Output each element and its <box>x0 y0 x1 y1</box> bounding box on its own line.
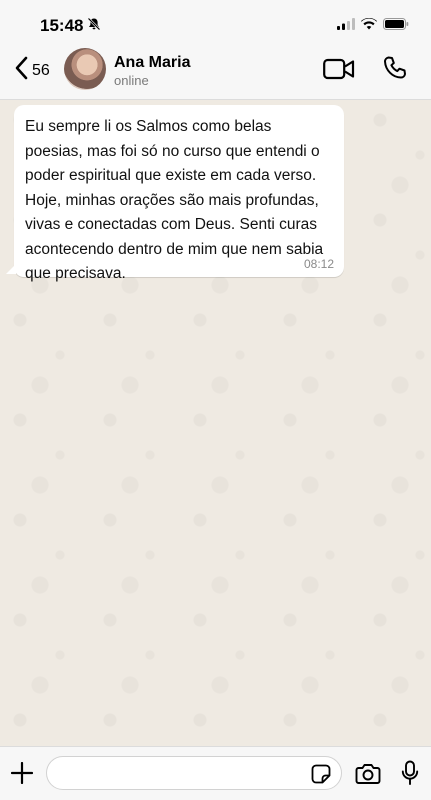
video-icon <box>323 58 355 84</box>
video-call-button[interactable] <box>323 58 355 85</box>
voice-call-button[interactable] <box>382 55 408 86</box>
status-bar: 15:48 <box>0 0 431 46</box>
contact-name[interactable]: Ana Maria <box>114 54 190 72</box>
avatar[interactable] <box>64 48 106 90</box>
sticker-button[interactable] <box>311 764 331 789</box>
contact-status: online <box>114 73 149 88</box>
message-text: Eu sempre li os Salmos como belas poesia… <box>25 118 324 282</box>
status-time: 15:48 <box>40 16 84 35</box>
unread-count: 56 <box>32 61 50 79</box>
sticker-icon <box>311 764 331 788</box>
microphone-icon <box>401 760 419 790</box>
chat-header: 56 Ana Maria online <box>0 46 431 100</box>
top-bar: 15:48 56 Ana Maria online <box>0 0 431 100</box>
wifi-icon <box>361 17 377 35</box>
signal-icon <box>337 17 355 35</box>
message-input[interactable] <box>46 756 342 790</box>
chevron-left-icon <box>14 56 30 85</box>
battery-icon <box>383 17 409 35</box>
attach-button[interactable] <box>10 761 34 789</box>
camera-icon <box>355 764 381 789</box>
back-button[interactable]: 56 <box>14 56 50 85</box>
plus-icon <box>10 761 34 788</box>
camera-button[interactable] <box>355 763 381 790</box>
message-time: 08:12 <box>303 257 334 271</box>
message-bubble-tail <box>6 264 16 274</box>
bell-slash-icon <box>87 17 101 31</box>
phone-icon <box>382 56 408 85</box>
status-icons <box>337 17 409 35</box>
microphone-button[interactable] <box>401 760 419 791</box>
composer-bar <box>0 746 431 800</box>
message-bubble-incoming[interactable]: Eu sempre li os Salmos como belas poesia… <box>14 105 344 282</box>
chat-area[interactable]: Eu sempre li os Salmos como belas poesia… <box>0 100 431 746</box>
